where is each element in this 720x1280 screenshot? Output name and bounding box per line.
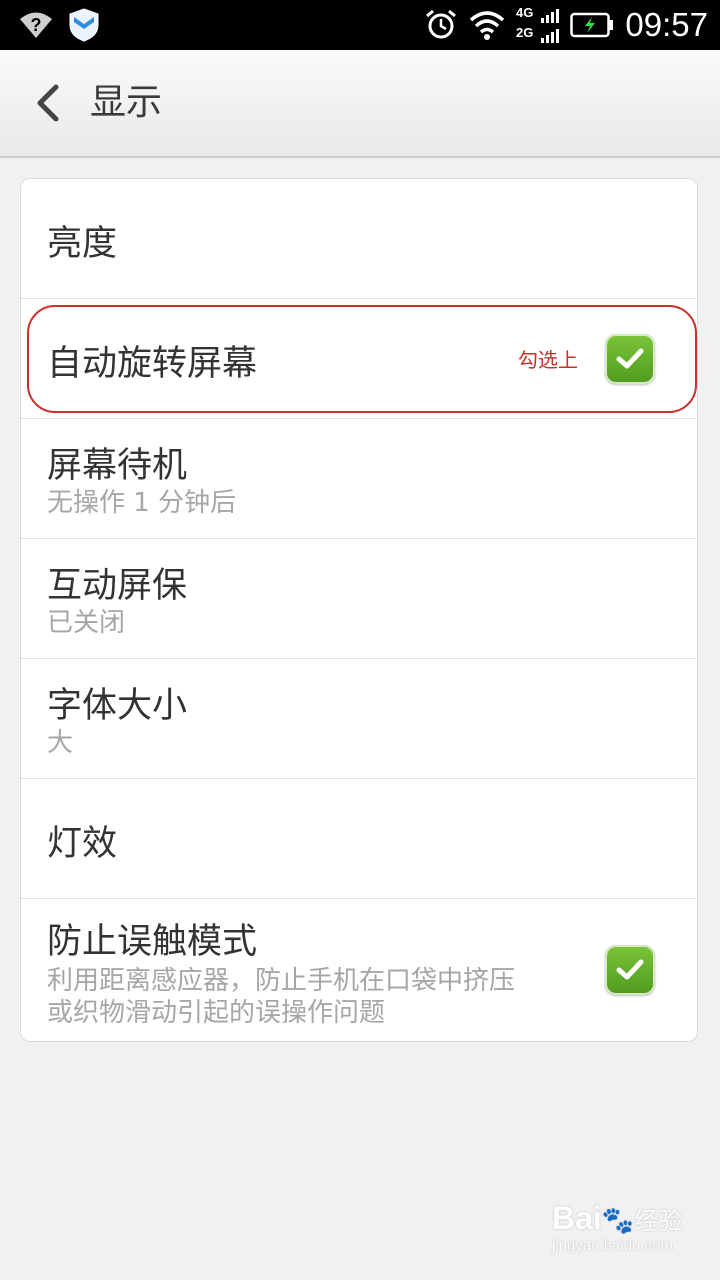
- shield-icon: [68, 0, 100, 50]
- setting-auto-rotate[interactable]: 自动旋转屏幕: [21, 299, 697, 419]
- setting-title: 防止误触模式: [47, 922, 258, 962]
- setting-light-effects[interactable]: 灯效: [21, 779, 697, 899]
- checkmark-icon: [616, 348, 644, 369]
- paw-icon: 🐾: [601, 1206, 635, 1236]
- back-button[interactable]: [26, 80, 70, 126]
- baidu-watermark: Bai🐾经验 jingyan.baidu.com: [552, 1200, 682, 1254]
- signal-icon: [540, 0, 562, 50]
- clock: 09:57: [625, 6, 708, 43]
- setting-title: 亮度: [47, 224, 118, 264]
- watermark-url: jingyan.baidu.com: [552, 1237, 673, 1254]
- setting-anti-mistouch[interactable]: 防止误触模式 利用距离感应器，防止手机在口袋中挤压 或织物滑动引起的误操作问题: [21, 899, 697, 1041]
- setting-subtitle: 已关闭: [47, 608, 126, 638]
- annotation-label: 勾选上: [518, 348, 578, 372]
- settings-list: 亮度 自动旋转屏幕 屏幕待机 无操作 1 分钟后 互动屏保 已关闭 字体大小 大…: [20, 178, 698, 1042]
- svg-text:?: ?: [31, 15, 42, 35]
- wifi-question-icon: ?: [18, 0, 54, 50]
- setting-subtitle: 或织物滑动引起的误操作问题: [47, 998, 386, 1028]
- header: 显示: [0, 50, 720, 158]
- watermark-suffix: 经验: [634, 1207, 683, 1235]
- battery-icon: [570, 0, 614, 50]
- setting-subtitle: 大: [47, 728, 74, 758]
- setting-brightness[interactable]: 亮度: [21, 179, 697, 299]
- setting-subtitle: 无操作 1 分钟后: [47, 488, 237, 518]
- wifi-icon: [468, 0, 506, 50]
- setting-title: 互动屏保: [47, 566, 188, 606]
- setting-title: 屏幕待机: [47, 446, 188, 486]
- watermark-brand: Bai: [552, 1200, 602, 1236]
- setting-screen-timeout[interactable]: 屏幕待机 无操作 1 分钟后: [21, 419, 697, 539]
- chevron-left-icon: [37, 84, 59, 122]
- alarm-icon: [424, 0, 458, 50]
- anti-mistouch-checkbox[interactable]: [605, 945, 655, 995]
- auto-rotate-checkbox[interactable]: [605, 334, 655, 384]
- setting-font-size[interactable]: 字体大小 大: [21, 659, 697, 779]
- status-bar: ? 4G 2G 09:57: [0, 0, 720, 50]
- page-title: 显示: [90, 82, 163, 123]
- setting-title: 自动旋转屏幕: [47, 344, 258, 384]
- setting-title: 灯效: [47, 824, 118, 864]
- setting-subtitle: 利用距离感应器，防止手机在口袋中挤压: [47, 966, 516, 996]
- checkmark-icon: [616, 959, 644, 980]
- network-bottom-label: 2G: [516, 25, 534, 40]
- setting-title: 字体大小: [47, 686, 188, 726]
- network-top-label: 4G: [516, 5, 534, 20]
- setting-screensaver[interactable]: 互动屏保 已关闭: [21, 539, 697, 659]
